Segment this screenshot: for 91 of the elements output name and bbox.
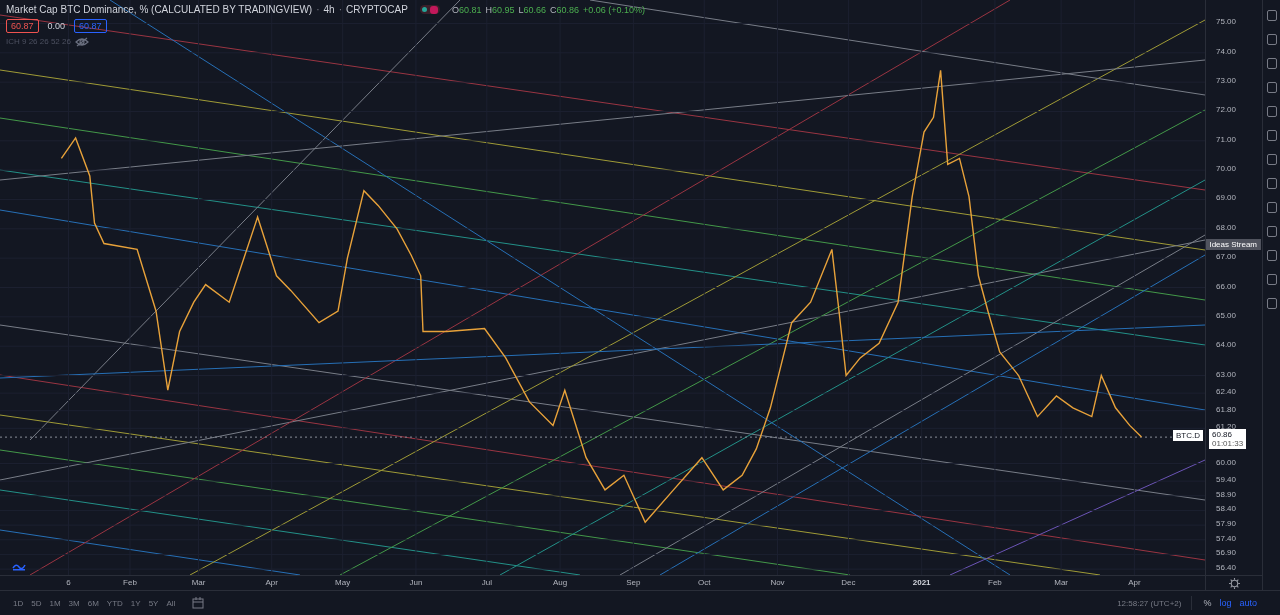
time-tick: Feb: [987, 578, 1003, 587]
time-tick: Oct: [697, 578, 712, 587]
price-tick: 56.40: [1216, 563, 1237, 573]
price-tick: 57.90: [1216, 519, 1237, 529]
price-tick: 60.00: [1216, 457, 1237, 467]
ohlc-label: O: [451, 4, 459, 15]
toolbar-icon[interactable]: [1266, 226, 1277, 237]
range-button[interactable]: YTD: [103, 596, 126, 610]
price-tick: 58.40: [1216, 504, 1237, 514]
toolbar-icon[interactable]: [1266, 130, 1277, 141]
price-tick: 59.40: [1216, 475, 1237, 485]
time-tick: Mar: [190, 578, 207, 587]
percent-toggle[interactable]: %: [1200, 596, 1215, 610]
market-status-icon: [419, 5, 440, 14]
toolbar-icon[interactable]: [1266, 274, 1277, 285]
price-tick: 62.40: [1216, 387, 1237, 397]
time-tick: Jun: [408, 578, 424, 587]
log-toggle[interactable]: log: [1216, 596, 1235, 610]
price-tick: 65.00: [1216, 310, 1237, 320]
settings-icon[interactable]: [1228, 577, 1240, 589]
time-tick: 6: [65, 578, 72, 587]
range-button[interactable]: 1Y: [127, 596, 144, 610]
price-tick: 70.00: [1216, 164, 1237, 174]
ohlc-label: C: [550, 4, 557, 15]
eye-off-icon[interactable]: [74, 36, 89, 47]
ohlc-value: 60.95: [491, 4, 515, 15]
range-button[interactable]: 6M: [84, 596, 102, 610]
toolbar-icon[interactable]: [1266, 106, 1277, 117]
time-tick: 2021: [911, 578, 932, 587]
time-tick: Sep: [625, 578, 642, 587]
price-tick: 72.00: [1216, 105, 1237, 115]
ohlc-value: 60.66: [523, 4, 546, 15]
symbol-title: Market Cap BTC Dominance, % (CALCULATED BY TRADINGVIEW): [6, 4, 313, 15]
countdown-timer: 01:01:33: [1212, 439, 1244, 449]
price-box[interactable]: 60.87: [74, 18, 107, 33]
auto-toggle[interactable]: auto: [1236, 596, 1260, 610]
interval-label: 4h: [323, 4, 335, 15]
range-button[interactable]: 5D: [28, 596, 45, 610]
price-tick: 58.90: [1216, 489, 1237, 499]
price-tick: 73.00: [1216, 76, 1237, 86]
range-button[interactable]: 1M: [46, 596, 64, 610]
time-tick: Mar: [1053, 578, 1069, 587]
time-tick: Jul: [480, 578, 493, 587]
price-tick: 71.00: [1216, 134, 1237, 144]
ohlc-label: L: [518, 4, 524, 15]
ohlc-value: 60.86: [556, 4, 580, 15]
price-tick: 56.90: [1216, 548, 1237, 558]
time-tick: Apr: [264, 578, 279, 587]
price-box[interactable]: 60.87: [6, 18, 39, 33]
price-tick: 68.00: [1216, 222, 1237, 232]
time-tick: Dec: [840, 578, 857, 587]
toolbar-icon[interactable]: [1266, 202, 1277, 213]
time-tick: Feb: [122, 578, 138, 587]
ohlc-value: 60.81: [458, 4, 482, 15]
price-box[interactable]: 0.00: [42, 18, 71, 33]
calendar-icon[interactable]: [192, 597, 205, 609]
range-button[interactable]: 3M: [65, 596, 83, 610]
price-tick: 75.00: [1216, 17, 1237, 27]
price-tick: 61.20: [1216, 422, 1237, 432]
time-tick: Nov: [769, 578, 786, 587]
change-value: +0.06 (+0.10%): [583, 4, 646, 15]
toolbar-icon[interactable]: [1266, 34, 1277, 45]
separator-dot: ·: [338, 4, 342, 15]
symbol-tag: BTC.D: [1173, 430, 1203, 442]
price-tick: 66.00: [1216, 281, 1237, 291]
time-tick: Aug: [551, 578, 569, 587]
toolbar-icon[interactable]: [1266, 250, 1277, 261]
tooltip: Ideas Stream: [1205, 239, 1261, 250]
toolbar-icon[interactable]: [1266, 82, 1277, 93]
price-tick: 67.00: [1216, 252, 1237, 262]
exchange-label: CRYPTOCAP: [346, 4, 408, 15]
time-tick: May: [334, 578, 352, 587]
clock-label: 12:58:27 (UTC+2): [1117, 598, 1182, 608]
time-tick: Apr: [1127, 578, 1142, 587]
range-button[interactable]: 5Y: [145, 596, 162, 610]
price-tick: 63.00: [1216, 369, 1237, 379]
price-tick: 61.80: [1216, 404, 1237, 414]
toolbar-icon[interactable]: [1266, 298, 1277, 309]
price-tick: 64.00: [1216, 340, 1237, 350]
separator-dot: ·: [316, 4, 320, 15]
toolbar-icon[interactable]: [1266, 154, 1277, 165]
toolbar-icon[interactable]: [1266, 10, 1277, 21]
last-price: 60.86: [1212, 430, 1234, 440]
toolbar-icon[interactable]: [1266, 58, 1277, 69]
ohlc-label: H: [485, 4, 492, 15]
price-tick: 57.40: [1216, 533, 1237, 543]
toolbar-icon[interactable]: [1266, 178, 1277, 189]
price-tick: 69.00: [1216, 193, 1237, 203]
range-button[interactable]: All: [163, 596, 179, 610]
price-tick: 74.00: [1216, 46, 1237, 56]
range-button[interactable]: 1D: [10, 596, 27, 610]
